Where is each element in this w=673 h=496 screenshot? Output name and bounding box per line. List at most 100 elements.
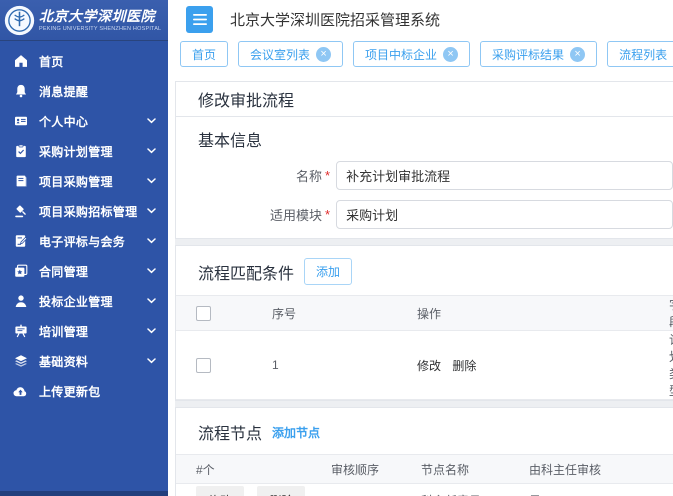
module-input[interactable] bbox=[336, 200, 673, 229]
delete-button[interactable]: 删除 bbox=[257, 486, 305, 496]
app-title: 北京大学深圳医院招采管理系统 bbox=[230, 9, 440, 30]
table-row: 1 修改 删除 计划类型 bbox=[176, 331, 673, 400]
row-checkbox[interactable] bbox=[196, 358, 211, 373]
tab-home[interactable]: 首页 bbox=[180, 41, 228, 67]
contract-icon bbox=[13, 264, 28, 279]
main-area: 北京大学深圳医院招采管理系统 首页 会议室列表 × 项目中标企业 × 采购评标结… bbox=[168, 0, 673, 496]
select-all-checkbox[interactable] bbox=[196, 306, 211, 321]
add-node-link[interactable]: 添加节点 bbox=[272, 424, 320, 441]
sidebar-menu: 首页 消息提醒 个人中心 采购计划管理 项目采购管理 bbox=[0, 41, 168, 406]
sidebar-item-home[interactable]: 首页 bbox=[0, 46, 168, 76]
match-conditions-title: 流程匹配条件 bbox=[198, 260, 294, 284]
required-mark: * bbox=[325, 207, 330, 222]
edit-link[interactable]: 修改 bbox=[417, 359, 441, 373]
tab-winning-enterprises[interactable]: 项目中标企业 × bbox=[353, 41, 470, 67]
sidebar-item-notifications[interactable]: 消息提醒 bbox=[0, 76, 168, 106]
sidebar-item-training-management[interactable]: 培训管理 bbox=[0, 316, 168, 346]
hamburger-icon bbox=[193, 14, 207, 25]
sidebar-item-label: 项目采购招标管理 bbox=[39, 203, 147, 220]
tab-process-list[interactable]: 流程列表 × bbox=[607, 41, 673, 67]
sidebar-item-bidding-management[interactable]: 项目采购招标管理 bbox=[0, 196, 168, 226]
clipboard-check-icon bbox=[13, 144, 28, 159]
close-icon[interactable]: × bbox=[316, 47, 331, 62]
sidebar-item-label: 项目采购管理 bbox=[39, 173, 147, 190]
column-header-field: 字段 bbox=[669, 296, 673, 331]
hamburger-menu-button[interactable] bbox=[186, 6, 213, 33]
sidebar-item-e-evaluation[interactable]: 电子评标与会务 bbox=[0, 226, 168, 256]
sidebar: 北京大学深圳医院 PEKING UNIVERSITY SHENZHEN HOSP… bbox=[0, 0, 168, 496]
chevron-down-icon bbox=[147, 178, 156, 184]
page-title: 修改审批流程 bbox=[198, 87, 294, 111]
home-icon bbox=[13, 54, 28, 69]
presentation-icon bbox=[13, 324, 28, 339]
delete-link[interactable]: 删除 bbox=[452, 359, 476, 373]
name-field-label: 名称 bbox=[176, 166, 322, 185]
tab-evaluation-results[interactable]: 采购评标结果 × bbox=[480, 41, 597, 67]
row-ops-cell: 修改 删除 bbox=[176, 484, 331, 496]
name-field-row: 名称 * bbox=[176, 161, 673, 190]
basic-info-section-title: 基本信息 bbox=[176, 127, 673, 151]
tab-meeting-room-list[interactable]: 会议室列表 × bbox=[238, 41, 343, 67]
sidebar-item-label: 上传更新包 bbox=[39, 383, 156, 400]
table-header-row: 序号 操作 字段 bbox=[176, 296, 673, 331]
tab-label: 首页 bbox=[192, 46, 216, 63]
chevron-down-icon bbox=[147, 148, 156, 154]
hospital-name: 北京大学深圳医院 bbox=[39, 9, 161, 25]
column-header-operation: 操作 bbox=[417, 296, 669, 331]
sidebar-item-label: 消息提醒 bbox=[39, 83, 156, 100]
tab-label: 流程列表 bbox=[619, 46, 667, 63]
basic-info-card: 基本信息 名称 * 适用模块 * bbox=[175, 116, 673, 239]
column-header-name: 节点名称 bbox=[421, 455, 529, 484]
required-mark: * bbox=[325, 168, 330, 183]
row-dept-head-cell: 是 bbox=[529, 484, 673, 496]
sidebar-item-basic-data[interactable]: 基础资料 bbox=[0, 346, 168, 376]
sidebar-item-procurement-plan[interactable]: 采购计划管理 bbox=[0, 136, 168, 166]
sidebar-item-label: 电子评标与会务 bbox=[39, 233, 147, 250]
row-name-cell: 科主任意见 bbox=[421, 484, 529, 496]
tab-label: 项目中标企业 bbox=[365, 46, 437, 63]
sidebar-item-upload-update[interactable]: 上传更新包 bbox=[0, 376, 168, 406]
table-header-row: #个 审核顺序 节点名称 由科主任审核 bbox=[176, 455, 673, 484]
book-icon bbox=[13, 174, 28, 189]
name-input[interactable] bbox=[336, 161, 673, 190]
tab-label: 会议室列表 bbox=[250, 46, 310, 63]
process-nodes-card: 流程节点 添加节点 #个 审核顺序 节点名称 由科主任审核 修改 bbox=[175, 407, 673, 496]
chevron-down-icon bbox=[147, 238, 156, 244]
process-nodes-table: #个 审核顺序 节点名称 由科主任审核 修改 删除 1 科主任意见 bbox=[176, 454, 673, 496]
sidebar-item-label: 个人中心 bbox=[39, 113, 147, 130]
top-bar: 北京大学深圳医院招采管理系统 bbox=[168, 0, 673, 38]
match-conditions-table: 序号 操作 字段 1 修改 删除 计划类型 bbox=[176, 295, 673, 400]
sidebar-item-contract-management[interactable]: 合同管理 bbox=[0, 256, 168, 286]
id-card-icon bbox=[13, 114, 28, 129]
document-edit-icon bbox=[13, 234, 28, 249]
close-icon[interactable]: × bbox=[443, 47, 458, 62]
sidebar-item-personal-center[interactable]: 个人中心 bbox=[0, 106, 168, 136]
column-header-index: 序号 bbox=[272, 296, 417, 331]
gavel-icon bbox=[13, 204, 28, 219]
edit-button[interactable]: 修改 bbox=[196, 486, 244, 496]
chevron-down-icon bbox=[147, 208, 156, 214]
cloud-upload-icon bbox=[13, 384, 28, 399]
layers-icon bbox=[13, 354, 28, 369]
column-header-dept-head: 由科主任审核 bbox=[529, 455, 673, 484]
close-icon[interactable]: × bbox=[570, 47, 585, 62]
chevron-down-icon bbox=[147, 358, 156, 364]
column-header-ops: #个 bbox=[176, 455, 331, 484]
module-field-label: 适用模块 bbox=[176, 205, 322, 224]
add-condition-button[interactable]: 添加 bbox=[304, 258, 352, 285]
tab-label: 采购评标结果 bbox=[492, 46, 564, 63]
sidebar-item-bidder-enterprise[interactable]: 投标企业管理 bbox=[0, 286, 168, 316]
sidebar-item-label: 首页 bbox=[39, 53, 156, 70]
hospital-name-en: PEKING UNIVERSITY SHENZHEN HOSPITAL bbox=[39, 26, 161, 32]
sidebar-item-label: 合同管理 bbox=[39, 263, 147, 280]
row-field-cell: 计划类型 bbox=[669, 331, 673, 400]
content-area: 修改审批流程 基本信息 名称 * 适用模块 * 流程匹配条件 添加 bbox=[168, 69, 673, 496]
table-row: 修改 删除 1 科主任意见 是 bbox=[176, 484, 673, 496]
row-index-cell: 1 bbox=[272, 331, 417, 400]
sidebar-item-project-procurement[interactable]: 项目采购管理 bbox=[0, 166, 168, 196]
chevron-down-icon bbox=[147, 268, 156, 274]
sidebar-item-label: 培训管理 bbox=[39, 323, 147, 340]
tab-bar: 首页 会议室列表 × 项目中标企业 × 采购评标结果 × 流程列表 × 流程 × bbox=[168, 38, 673, 70]
process-nodes-title: 流程节点 bbox=[198, 420, 262, 444]
chevron-down-icon bbox=[147, 298, 156, 304]
